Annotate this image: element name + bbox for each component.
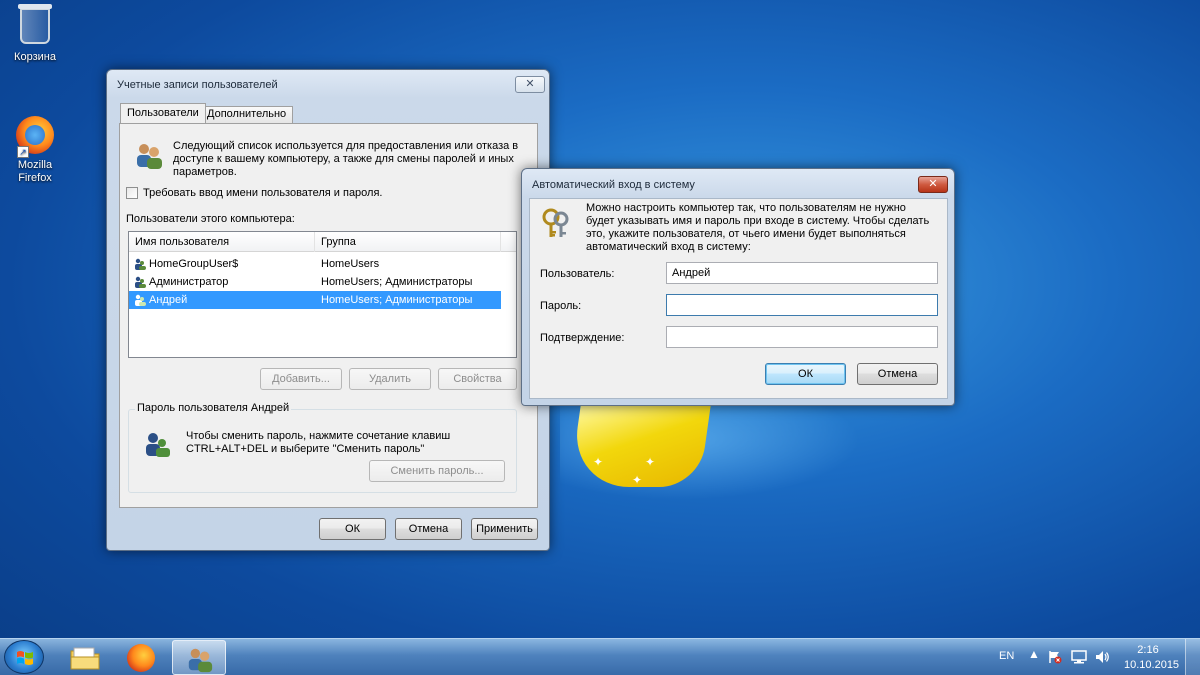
require-login-checkbox[interactable] [126,187,138,199]
add-user-button[interactable]: Добавить... [260,368,342,390]
remove-user-button[interactable]: Удалить [349,368,431,390]
keys-icon [542,208,569,237]
action-center-flag-icon[interactable] [1048,650,1062,664]
auto-logon-panel: Можно настроить компьютер так, что польз… [529,198,948,399]
user-name-field[interactable]: Андрей [666,262,938,284]
table-row-selected[interactable]: Андрей HomeUsers; Администраторы [129,291,501,309]
password-label: Пароль: [540,300,582,312]
cell-username: Андрей [149,294,188,306]
apply-button[interactable]: Применить [471,518,538,540]
users-icon [188,648,213,673]
password-group-title: Пароль пользователя Андрей [135,402,292,414]
user-icon [135,258,146,270]
clock-time: 2:16 [1137,644,1159,656]
taskbar-explorer[interactable] [58,640,112,675]
require-login-label: Требовать ввод имени пользователя и паро… [143,187,383,199]
window-title: Учетные записи пользователей [117,79,278,91]
confirm-label: Подтверждение: [540,332,625,344]
desktop-icon-label: Корзина [14,51,56,63]
password-instructions: Чтобы сменить пароль, нажмите сочетание … [186,430,451,455]
auto-logon-description: Можно настроить компьютер так, что польз… [586,202,930,253]
cell-group: HomeUsers; Администраторы [321,276,473,288]
wallpaper-sparkle: ✦ [593,455,604,469]
ok-button[interactable]: ОК [765,363,846,385]
properties-button[interactable]: Свойства [438,368,517,390]
taskbar-firefox[interactable] [114,640,168,675]
user-accounts-window: Учетные записи пользователей ✕ Пользоват… [106,69,550,551]
firefox-icon [127,644,155,672]
cell-username: HomeGroupUser$ [149,258,239,270]
table-row[interactable]: Администратор HomeUsers; Администраторы [129,273,501,291]
desktop-icon-label: Mozilla Firefox [17,159,53,184]
cell-group: HomeUsers [321,258,380,270]
show-desktop-button[interactable] [1185,639,1200,675]
close-button[interactable]: ✕ [918,176,948,193]
network-icon[interactable] [1071,649,1087,665]
wallpaper-sparkle: ✦ [632,473,643,487]
show-hidden-icons-icon[interactable]: ▲ [1028,647,1040,661]
ok-button[interactable]: ОК [319,518,386,540]
cell-group: HomeUsers; Администраторы [321,294,473,306]
table-row[interactable]: HomeGroupUser$ HomeUsers [129,255,501,273]
tab-users[interactable]: Пользователи [120,103,206,123]
folder-icon [70,647,100,670]
password-groupbox: Пароль пользователя Андрей Чтобы сменить… [128,402,517,493]
tab-panel-users: Следующий список используется для предос… [119,123,538,508]
user-key-icon [146,433,170,457]
volume-icon[interactable] [1094,649,1110,665]
taskbar-user-accounts[interactable] [172,640,226,675]
shortcut-arrow-icon: ↗ [17,146,29,158]
clock[interactable]: 2:16 10.10.2015 [1124,643,1180,673]
taskbar: EN ▲ 2:16 10.10.2015 [0,638,1200,675]
windows-logo-icon [17,651,33,665]
close-button[interactable]: ✕ [515,76,545,93]
window-title: Автоматический вход в систему [532,179,695,191]
users-list[interactable]: Имя пользователя Группа HomeGroupUser$ H… [128,231,517,358]
intro-text: Следующий список используется для предос… [173,140,519,178]
tab-advanced[interactable]: Дополнительно [200,106,294,123]
auto-logon-window: Автоматический вход в систему ✕ Можно на… [521,168,955,406]
user-icon [135,294,146,306]
start-button[interactable] [4,640,44,674]
cancel-button[interactable]: Отмена [395,518,462,540]
desktop-icon-firefox[interactable]: ↗ Mozilla Firefox [0,116,70,185]
confirm-password-field[interactable] [666,326,938,348]
wallpaper-sparkle: ✦ [645,455,656,469]
column-username[interactable]: Имя пользователя [129,232,315,252]
password-field[interactable] [666,294,938,316]
language-indicator[interactable]: EN [999,650,1014,662]
change-password-button[interactable]: Сменить пароль... [369,460,505,482]
recycle-bin-icon [15,4,55,48]
cancel-button[interactable]: Отмена [857,363,938,385]
clock-date: 10.10.2015 [1124,659,1180,671]
users-icon [137,144,162,169]
column-group[interactable]: Группа [315,232,501,252]
cell-username: Администратор [149,276,229,288]
users-list-header: Имя пользователя Группа [129,232,516,252]
firefox-icon: ↗ [15,116,55,158]
user-label: Пользователь: [540,268,615,280]
user-icon [135,276,146,288]
desktop-icon-recycle-bin[interactable]: Корзина [0,4,70,63]
users-list-label: Пользователи этого компьютера: [126,213,295,225]
